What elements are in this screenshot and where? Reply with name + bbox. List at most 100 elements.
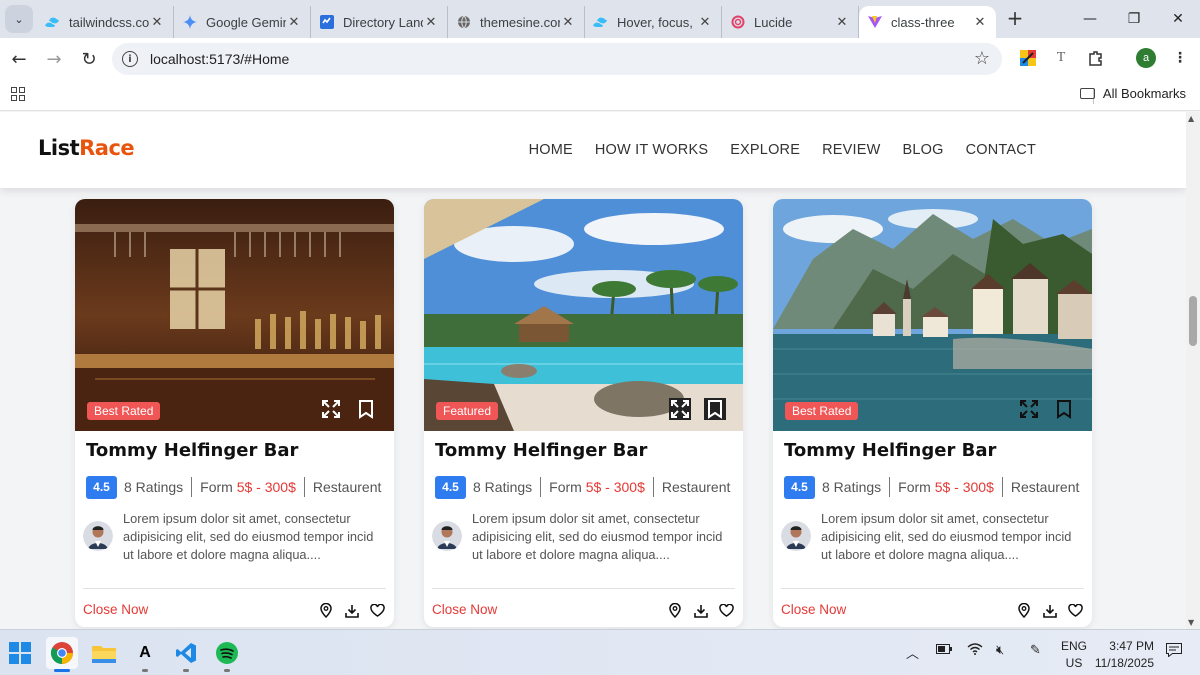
page-scrollbar[interactable]: ▲ ▼: [1186, 112, 1200, 629]
listing-card[interactable]: Best Rated Tommy Helfinger Bar 4.5 8 Rat…: [75, 199, 394, 627]
system-clock[interactable]: 3:47 PM 11/18/2025: [1092, 638, 1154, 672]
bookmark-icon[interactable]: [704, 398, 726, 420]
forward-button[interactable]: →: [38, 43, 70, 75]
browser-tab[interactable]: Google Gemini ✕: [174, 6, 311, 38]
browser-tab[interactable]: Hover, focus, and other states ✕: [585, 6, 722, 38]
close-icon[interactable]: ✕: [972, 15, 988, 30]
extensions-puzzle-icon[interactable]: [1086, 48, 1106, 68]
nav-home[interactable]: HOME: [529, 142, 573, 158]
close-now-link[interactable]: Close Now: [83, 602, 148, 617]
close-now-link[interactable]: Close Now: [432, 602, 497, 617]
address-bar[interactable]: i localhost:5173/#Home ☆: [112, 43, 1002, 75]
browser-tab[interactable]: themesine.com ✕: [448, 6, 585, 38]
listing-category: Restaurent: [1010, 479, 1080, 495]
close-icon[interactable]: ✕: [286, 15, 302, 30]
pen-icon[interactable]: ✎: [1030, 643, 1041, 658]
restore-button[interactable]: ❐: [1112, 0, 1156, 38]
site-info-icon[interactable]: i: [122, 51, 138, 67]
scroll-up-icon[interactable]: ▲: [1188, 114, 1194, 123]
site-header: ListRace HOME HOW IT WORKS EXPLORE REVIE…: [0, 112, 1186, 188]
windows-start-icon[interactable]: [4, 637, 36, 669]
bookmark-star-icon[interactable]: ☆: [974, 48, 990, 69]
heart-icon[interactable]: [1068, 603, 1083, 618]
close-window-button[interactable]: ✕: [1156, 0, 1200, 38]
map-pin-icon[interactable]: [1016, 603, 1031, 618]
tray-overflow-chevron-icon[interactable]: ︿: [906, 643, 919, 662]
scroll-down-icon[interactable]: ▼: [1188, 618, 1194, 627]
browser-tab-active[interactable]: class-three ✕: [859, 6, 996, 38]
tab-search-button[interactable]: ⌄: [5, 5, 33, 33]
reload-button[interactable]: ↻: [73, 43, 105, 75]
bookmark-icon[interactable]: [1053, 398, 1075, 420]
download-icon[interactable]: [344, 603, 359, 618]
download-icon[interactable]: [1042, 603, 1057, 618]
price-range: 5$ - 300$: [585, 479, 645, 495]
font-app-icon[interactable]: A: [129, 637, 161, 669]
browser-tab[interactable]: tailwindcss.com ✕: [37, 6, 174, 38]
rating-badge: 4.5: [435, 475, 466, 499]
badge-best-rated: Best Rated: [785, 402, 859, 420]
bookmarks-bar: All Bookmarks: [0, 80, 1200, 111]
heart-icon[interactable]: [719, 603, 734, 618]
listing-card[interactable]: Featured Tommy Helfinger Bar 4.5 8 Ratin…: [424, 199, 743, 627]
download-icon[interactable]: [693, 603, 708, 618]
listing-description: Lorem ipsum dolor sit amet, consectetur …: [123, 511, 374, 562]
card-divider: [781, 588, 1084, 589]
battery-icon[interactable]: [936, 643, 952, 658]
font-extension-icon[interactable]: T: [1051, 48, 1071, 68]
close-icon[interactable]: ✕: [149, 15, 165, 30]
listing-title[interactable]: Tommy Helfinger Bar: [784, 440, 996, 461]
file-explorer-icon[interactable]: [88, 637, 120, 669]
color-picker-extension-icon[interactable]: [1018, 48, 1038, 68]
wifi-icon[interactable]: [967, 643, 983, 659]
site-logo[interactable]: ListRace: [38, 136, 135, 160]
card-actions: [667, 603, 734, 618]
profile-avatar[interactable]: a: [1136, 48, 1156, 68]
main-nav: HOME HOW IT WORKS EXPLORE REVIEW BLOG CO…: [529, 142, 1036, 158]
listing-title[interactable]: Tommy Helfinger Bar: [435, 440, 647, 461]
browser-tab[interactable]: Directory Landing ✕: [311, 6, 448, 38]
price-range: 5$ - 300$: [236, 479, 296, 495]
scrollbar-thumb[interactable]: [1189, 296, 1197, 346]
bookmark-icon[interactable]: [355, 398, 377, 420]
spotify-icon[interactable]: [211, 637, 243, 669]
app-running-indicator: [142, 669, 148, 672]
close-icon[interactable]: ✕: [834, 15, 850, 30]
close-icon[interactable]: ✕: [560, 15, 576, 30]
listing-card[interactable]: Best Rated Tommy Helfinger Bar 4.5 8 Rat…: [773, 199, 1092, 627]
map-pin-icon[interactable]: [667, 603, 682, 618]
browser-menu-icon[interactable]: ⋮: [1170, 48, 1190, 68]
nav-review[interactable]: REVIEW: [822, 142, 880, 158]
apps-grid-icon[interactable]: [11, 87, 25, 101]
nav-how-it-works[interactable]: HOW IT WORKS: [595, 142, 708, 158]
vscode-icon[interactable]: [170, 637, 202, 669]
listing-title[interactable]: Tommy Helfinger Bar: [86, 440, 298, 461]
meta-separator: [191, 477, 193, 497]
directory-icon: [319, 14, 335, 30]
nav-blog[interactable]: BLOG: [903, 142, 944, 158]
nav-explore[interactable]: EXPLORE: [730, 142, 800, 158]
nav-contact[interactable]: CONTACT: [966, 142, 1036, 158]
notification-icon[interactable]: [1166, 643, 1182, 661]
expand-icon[interactable]: [669, 398, 691, 420]
language-indicator[interactable]: ENG US: [1061, 638, 1087, 672]
close-icon[interactable]: ✕: [423, 15, 439, 30]
all-bookmarks-button[interactable]: All Bookmarks: [1079, 86, 1186, 101]
heart-icon[interactable]: [370, 603, 385, 618]
map-pin-icon[interactable]: [318, 603, 333, 618]
new-tab-button[interactable]: +: [1000, 3, 1030, 33]
speaker-muted-icon[interactable]: 🔇︎: [996, 643, 1004, 658]
close-icon[interactable]: ✕: [697, 15, 713, 30]
expand-icon[interactable]: [1018, 398, 1040, 420]
author-avatar: [432, 521, 462, 551]
close-now-link[interactable]: Close Now: [781, 602, 846, 617]
url-text[interactable]: localhost:5173/#Home: [150, 51, 289, 67]
chrome-icon[interactable]: [46, 637, 78, 669]
expand-icon[interactable]: [320, 398, 342, 420]
browser-tab[interactable]: Lucide ✕: [722, 6, 859, 38]
app-running-indicator: [224, 669, 230, 672]
back-button[interactable]: ←: [3, 43, 35, 75]
globe-icon: [456, 14, 472, 30]
minimize-button[interactable]: —: [1068, 0, 1112, 38]
page-viewport: ListRace HOME HOW IT WORKS EXPLORE REVIE…: [0, 112, 1186, 629]
